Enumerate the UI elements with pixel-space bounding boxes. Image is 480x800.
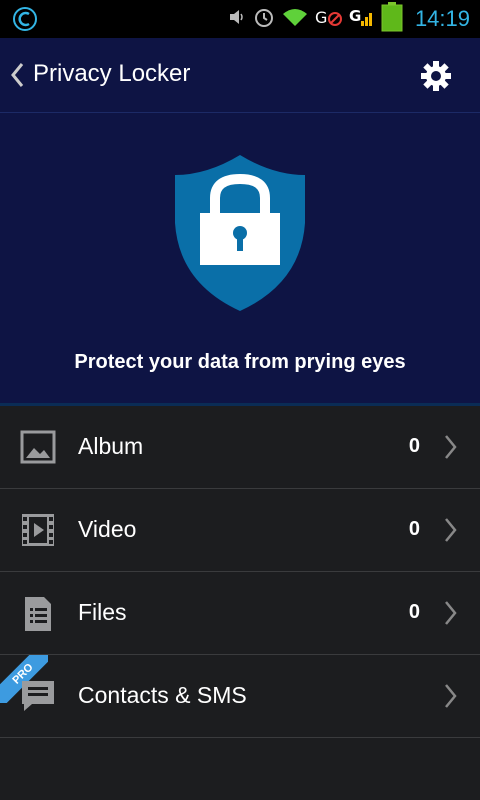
chevron-right-icon: [444, 600, 458, 631]
list-item-label: Files: [78, 599, 127, 625]
tagline: Protect your data from prying eyes: [74, 351, 406, 373]
chevron-right-icon: [444, 434, 458, 465]
list-item-label: Video: [78, 516, 137, 542]
locker-list: Album 0 Video 0 Files 0 PRO Contacts & S: [0, 406, 480, 738]
shield-lock-icon: [173, 153, 307, 318]
film-icon: [20, 512, 56, 553]
chevron-right-icon: [444, 517, 458, 548]
list-item-video[interactable]: Video 0: [0, 489, 480, 572]
clock: 14:19: [414, 6, 470, 31]
status-bar: G G 14:19: [0, 0, 480, 38]
chevron-right-icon: [444, 683, 458, 714]
chevron-left-icon[interactable]: [10, 62, 24, 93]
wifi-icon: [281, 6, 309, 33]
item-count: 0: [408, 435, 420, 457]
svg-text:G: G: [315, 8, 327, 27]
svg-text:G: G: [349, 7, 361, 25]
document-icon: [20, 595, 56, 638]
list-item-label: Album: [78, 433, 144, 459]
signal-icon: G: [349, 6, 375, 33]
hero-banner: Protect your data from prying eyes: [0, 113, 480, 406]
volume-icon: [227, 7, 247, 32]
item-count: 0: [408, 518, 420, 540]
alarm-icon: [253, 6, 275, 33]
app-bar: Privacy Locker: [0, 38, 480, 113]
app-logo-icon: [12, 6, 38, 37]
list-item-label: Contacts & SMS: [78, 682, 247, 708]
battery-icon: [381, 1, 403, 37]
list-item-files[interactable]: Files 0: [0, 572, 480, 655]
list-item-contacts-sms[interactable]: PRO Contacts & SMS: [0, 655, 480, 738]
list-item-album[interactable]: Album 0: [0, 406, 480, 489]
message-icon: [20, 678, 56, 719]
gear-icon[interactable]: [420, 60, 452, 97]
item-count: 0: [408, 601, 420, 623]
image-icon: [20, 429, 56, 470]
gps-icon: G: [315, 6, 343, 33]
page-title: Privacy Locker: [33, 60, 191, 87]
